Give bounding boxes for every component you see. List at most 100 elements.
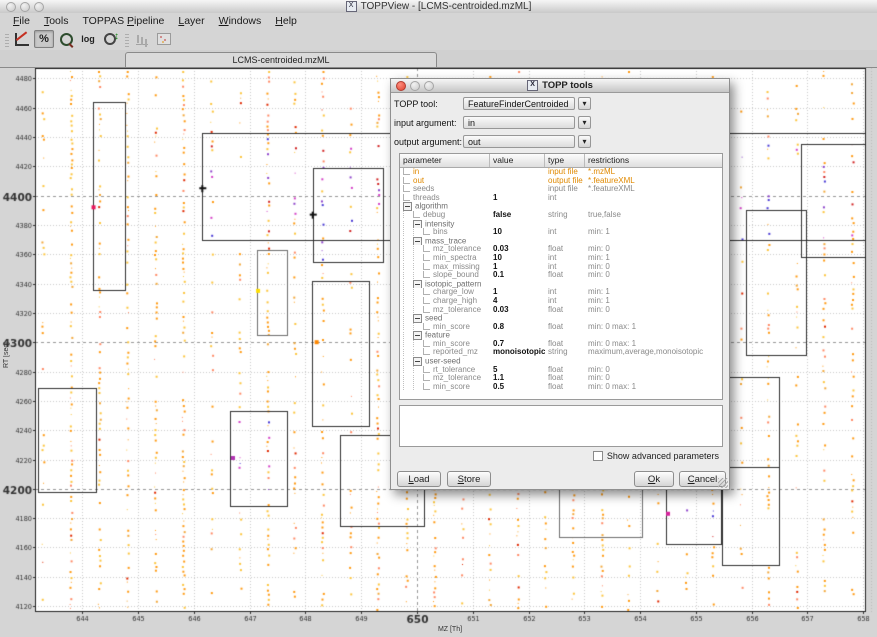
param-name: mz_tolerance (400, 245, 490, 254)
menu-tools[interactable]: Tools (37, 15, 76, 27)
param-name: seed (400, 314, 490, 323)
intensity-percentage-button[interactable]: % (34, 30, 54, 48)
param-row-rt_tolerance[interactable]: rt_tolerance5floatmin: 0 (400, 366, 722, 375)
param-row-mz_tolerance[interactable]: mz_tolerance0.03floatmin: 0 (400, 306, 722, 315)
menu-file[interactable]: File (6, 15, 37, 27)
param-row-charge_high[interactable]: charge_high4intmin: 1 (400, 297, 722, 306)
show-spectrum-icon (136, 34, 148, 45)
param-restrictions (585, 314, 722, 323)
param-restrictions: min: 1 (585, 288, 722, 297)
close-window-button[interactable] (6, 2, 16, 12)
column-header-restrictions[interactable]: restrictions (585, 154, 722, 167)
tree-guide-icon (403, 254, 413, 261)
param-row-mass_trace[interactable]: mass_trace (400, 237, 722, 246)
log-intensity-button[interactable]: log (78, 30, 98, 48)
param-row-charge_low[interactable]: charge_low1intmin: 1 (400, 288, 722, 297)
show-spectrum-button[interactable] (132, 30, 152, 48)
tree-collapse-icon[interactable] (413, 237, 422, 246)
load-button[interactable]: Load (397, 471, 441, 487)
param-value: monoisotopic (490, 348, 545, 357)
show-advanced-checkbox[interactable] (593, 451, 603, 461)
param-row-min_score[interactable]: min_score0.5floatmin: 0 max: 1 (400, 383, 722, 392)
param-row-min_spectra[interactable]: min_spectra10intmin: 1 (400, 254, 722, 263)
param-name: mz_tolerance (400, 306, 490, 315)
param-row-threads[interactable]: threads1int (400, 194, 722, 203)
param-row-slope_bound[interactable]: slope_bound0.1floatmin: 0 (400, 271, 722, 280)
param-row-out[interactable]: outoutput file*.featureXML (400, 177, 722, 186)
param-type: int (545, 228, 585, 237)
table-header[interactable]: parametervaluetyperestrictions (400, 154, 722, 168)
chevron-down-icon[interactable] (578, 116, 591, 129)
param-row-user-seed[interactable]: user-seed (400, 357, 722, 366)
ok-button[interactable]: Ok (634, 471, 674, 487)
menu-layer[interactable]: Layer (171, 15, 211, 27)
param-restrictions: true,false (585, 211, 722, 220)
param-row-in[interactable]: ininput file*.mzML (400, 168, 722, 177)
chevron-down-icon[interactable] (578, 97, 591, 110)
tree-guide-icon (413, 375, 423, 382)
dialog-minimize-button[interactable] (410, 81, 420, 91)
param-row-min_score[interactable]: min_score0.8floatmin: 0 max: 1 (400, 323, 722, 332)
topp-tool-select[interactable]: FeatureFinderCentroided (463, 97, 575, 110)
tree-collapse-icon[interactable] (413, 314, 422, 323)
column-header-value[interactable]: value (490, 154, 545, 167)
resize-grip-icon[interactable] (718, 478, 728, 488)
tree-collapse-icon[interactable] (413, 220, 422, 229)
param-row-intensity[interactable]: intensity (400, 220, 722, 229)
intensity-percentage-icon: % (39, 33, 49, 45)
param-row-reported_mz[interactable]: reported_mzmonoisotopicstringmaximum,ave… (400, 348, 722, 357)
dialog-close-button[interactable] (396, 81, 406, 91)
param-row-min_score[interactable]: min_score0.7floatmin: 0 max: 1 (400, 340, 722, 349)
maximize-window-button[interactable] (34, 2, 44, 12)
tree-collapse-icon[interactable] (413, 357, 422, 366)
param-row-seeds[interactable]: seedsinput file*.featureXML (400, 185, 722, 194)
menu-help[interactable]: Help (268, 15, 304, 27)
tree-collapse-icon[interactable] (413, 280, 422, 289)
param-restrictions (585, 194, 722, 203)
param-row-isotopic_pattern[interactable]: isotopic_pattern (400, 280, 722, 289)
param-row-max_missing[interactable]: max_missing1intmin: 0 (400, 263, 722, 272)
minimize-window-button[interactable] (20, 2, 30, 12)
input-argument-select[interactable]: in (463, 116, 575, 129)
tab-lcms-centroided[interactable]: LCMS-centroided.mzML (125, 52, 437, 67)
param-row-feature[interactable]: feature (400, 331, 722, 340)
param-name: min_spectra (400, 254, 490, 263)
param-row-mz_tolerance[interactable]: mz_tolerance1.1floatmin: 0 (400, 374, 722, 383)
param-row-algorithm[interactable]: algorithm (400, 202, 722, 211)
tree-guide-icon (403, 306, 413, 313)
param-row-bins[interactable]: bins10intmin: 1 (400, 228, 722, 237)
message-area[interactable] (399, 405, 723, 447)
param-name: rt_tolerance (400, 366, 490, 375)
zoom-y-axis-button[interactable] (100, 30, 120, 48)
tree-branch-icon (423, 271, 430, 278)
tree-guide-icon (413, 340, 423, 347)
tree-collapse-icon[interactable] (403, 202, 412, 211)
tree-collapse-icon[interactable] (413, 331, 422, 340)
param-row-mz_tolerance[interactable]: mz_tolerance0.03floatmin: 0 (400, 245, 722, 254)
output-argument-select[interactable]: out (463, 135, 575, 148)
store-button[interactable]: Store (447, 471, 491, 487)
param-restrictions (585, 280, 722, 289)
column-header-type[interactable]: type (545, 154, 585, 167)
param-row-seed[interactable]: seed (400, 314, 722, 323)
param-restrictions (585, 202, 722, 211)
param-restrictions: min: 0 (585, 374, 722, 383)
plot-axes-button[interactable] (12, 30, 32, 48)
param-value: 1.1 (490, 374, 545, 383)
window-titlebar[interactable]: X TOPPView - [LCMS-centroided.mzML] (0, 0, 877, 14)
param-value (490, 220, 545, 229)
screenshot-button[interactable] (154, 30, 174, 48)
param-type: int (545, 297, 585, 306)
chevron-down-icon[interactable] (578, 135, 591, 148)
input-argument-row: input argument:in (394, 116, 591, 129)
dialog-titlebar[interactable]: X TOPP tools (391, 79, 729, 93)
param-row-debug[interactable]: debugfalsestringtrue,false (400, 211, 722, 220)
dialog-maximize-button[interactable] (424, 81, 434, 91)
menu-toppas-pipeline[interactable]: TOPPAS Pipeline (75, 15, 171, 27)
menu-windows[interactable]: Windows (212, 15, 269, 27)
param-name: threads (400, 194, 490, 203)
param-value: 0.8 (490, 323, 545, 332)
reset-zoom-button[interactable] (56, 30, 76, 48)
column-header-parameter[interactable]: parameter (400, 154, 490, 167)
tree-guide-icon (413, 254, 423, 261)
